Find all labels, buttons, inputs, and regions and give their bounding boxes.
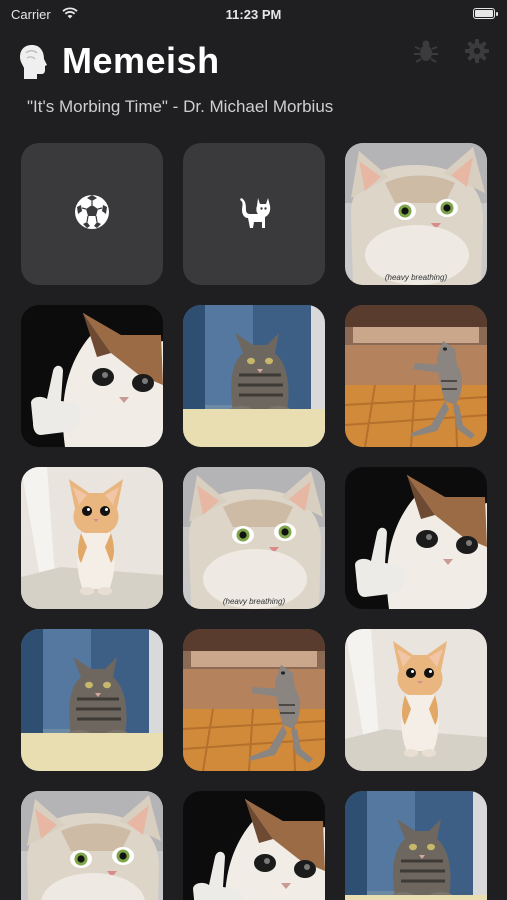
subtitle-quote: "It's Morbing Time" - Dr. Michael Morbiu… (27, 97, 334, 116)
status-bar: Carrier 11:23 PM (0, 0, 507, 28)
app-title: Memeish (62, 40, 220, 81)
meme-tile[interactable]: (heavy breathing) (345, 143, 487, 285)
meme-tile[interactable] (345, 791, 487, 900)
soccer-ball-icon (73, 193, 111, 236)
meme-tile[interactable] (183, 791, 325, 900)
cat-icon (234, 192, 274, 237)
cat-category-button[interactable] (183, 143, 325, 285)
meme-tile[interactable] (21, 629, 163, 771)
meme-tile[interactable] (345, 305, 487, 447)
meme-tile[interactable] (21, 467, 163, 609)
meme-tile[interactable] (345, 467, 487, 609)
head-profile-icon (18, 44, 48, 85)
bug-icon[interactable] (413, 38, 439, 64)
header: Memeish (0, 36, 507, 96)
meme-tile[interactable] (183, 305, 325, 447)
battery-icon (473, 8, 498, 19)
meme-tile[interactable] (345, 629, 487, 771)
meme-caption: (heavy breathing) (222, 597, 286, 606)
status-time: 11:23 PM (225, 7, 282, 22)
meme-tile[interactable]: (heavy breathing) (183, 467, 325, 609)
meme-tile[interactable] (183, 629, 325, 771)
gear-icon[interactable] (464, 38, 490, 64)
meme-caption: (heavy breathing) (384, 273, 448, 282)
meme-tile[interactable] (21, 791, 163, 900)
meme-tile[interactable] (21, 305, 163, 447)
soccer-category-button[interactable] (21, 143, 163, 285)
